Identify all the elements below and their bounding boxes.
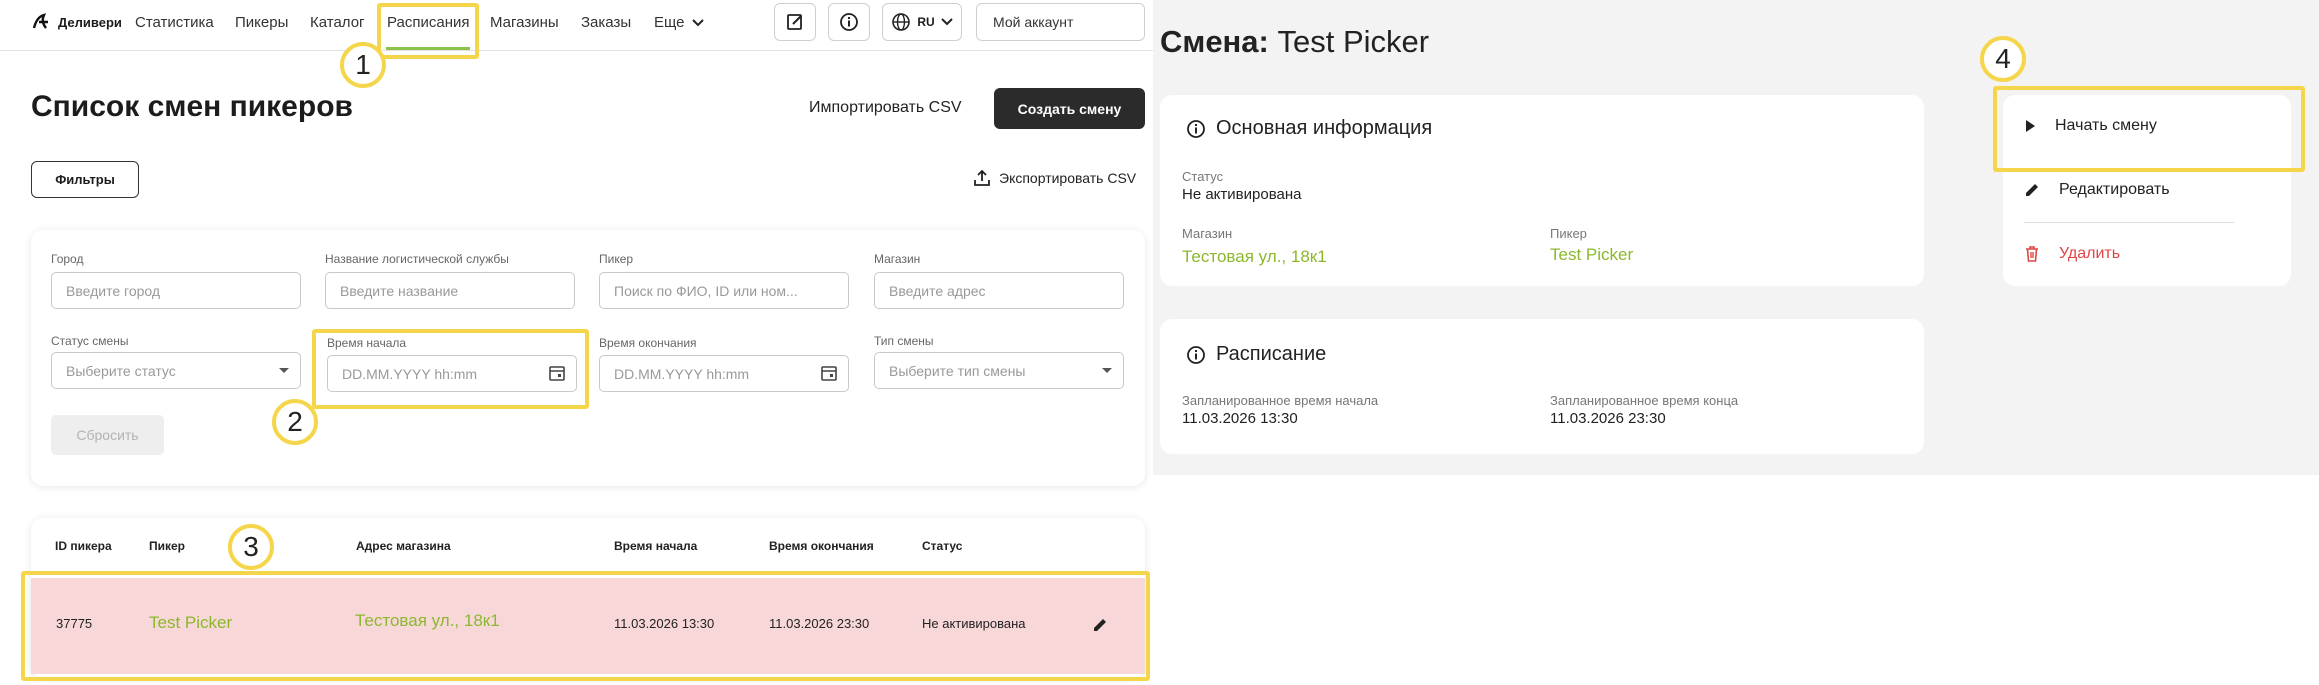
shift-title-prefix: Смена: <box>1160 24 1269 59</box>
edit-pencil-icon <box>2026 184 2038 196</box>
status-value: Не активирована <box>1182 186 1302 203</box>
shift-detail-title: Смена: Test Picker <box>1160 24 1429 60</box>
upload-icon <box>974 169 990 186</box>
planned-end-label: Запланированное время конца <box>1550 393 1739 408</box>
import-csv-button[interactable]: Импортировать CSV <box>809 99 962 117</box>
nav-item-statistics[interactable]: Статистика <box>135 14 214 31</box>
account-menu[interactable]: Мой аккаунт <box>976 3 1145 41</box>
calendar-icon[interactable] <box>820 364 838 382</box>
status-select[interactable]: Выберите статус <box>51 352 301 389</box>
info-icon <box>840 13 858 31</box>
logistics-input[interactable]: Введите название <box>325 272 575 309</box>
store-input[interactable]: Введите адрес <box>874 272 1124 309</box>
highlight-box-schedules-tab <box>377 3 479 59</box>
logistics-label: Название логистической службы <box>325 252 509 266</box>
end-time-placeholder: DD.MM.YYYY hh:mm <box>614 366 750 382</box>
delete-shift-button[interactable]: Удалить <box>2023 245 2120 263</box>
marker-number-2: 2 <box>272 399 318 445</box>
edit-shift-button[interactable]: Редактировать <box>2023 181 2170 199</box>
edit-shift-label: Редактировать <box>2059 181 2170 198</box>
column-header-start: Время начала <box>614 539 698 553</box>
dropdown-arrow-icon <box>1102 368 1112 373</box>
language-label: RU <box>917 15 935 29</box>
globe-icon <box>892 13 911 31</box>
picker-link[interactable]: Test Picker <box>1550 245 1633 265</box>
planned-end-value: 11.03.2026 23:30 <box>1550 410 1666 427</box>
main-info-heading-text: Основная информация <box>1216 117 1433 139</box>
highlight-box-table-row <box>21 571 1150 681</box>
column-header-id: ID пикера <box>55 539 112 553</box>
edit-note-icon <box>787 14 802 30</box>
dropdown-arrow-icon <box>279 368 289 373</box>
export-csv-button[interactable]: Экспортировать CSV <box>973 169 1136 187</box>
column-header-end: Время окончания <box>769 539 874 553</box>
end-time-input[interactable]: DD.MM.YYYY hh:mm <box>599 355 849 392</box>
top-navigation: Деливери Статистика Пикеры Каталог Распи… <box>0 0 1153 51</box>
column-header-status: Статус <box>922 539 963 553</box>
logo[interactable]: Деливери <box>30 10 122 34</box>
nav-more-label: Еще <box>654 14 685 31</box>
export-label: Экспортировать CSV <box>999 170 1137 186</box>
planned-start-label: Запланированное время начала <box>1182 393 1379 408</box>
page-title: Список смен пикеров <box>31 90 353 123</box>
info-icon <box>1187 119 1205 138</box>
column-header-address: Адрес магазина <box>356 539 451 553</box>
picker-label: Пикер <box>599 252 634 266</box>
logo-icon <box>32 13 48 29</box>
schedule-heading: Расписание <box>1186 343 1326 366</box>
schedule-heading-text: Расписание <box>1216 343 1327 365</box>
column-header-picker: Пикер <box>149 539 186 553</box>
picker-label: Пикер <box>1550 226 1587 241</box>
store-label: Магазин <box>874 252 921 266</box>
chevron-down-icon <box>691 18 704 26</box>
info-icon <box>1187 345 1205 364</box>
city-label: Город <box>51 252 84 266</box>
end-time-label: Время окончания <box>599 336 697 350</box>
highlight-box-start-time <box>312 329 589 409</box>
planned-start-value: 11.03.2026 13:30 <box>1182 410 1298 427</box>
status-label: Статус <box>1182 169 1224 184</box>
filters-button[interactable]: Фильтры <box>31 161 139 198</box>
reset-filters-button[interactable]: Сбросить <box>51 415 164 455</box>
shift-type-select[interactable]: Выберите тип смены <box>874 352 1124 389</box>
city-input[interactable]: Введите город <box>51 272 301 309</box>
nav-more-menu[interactable]: Еще <box>654 14 705 31</box>
logo-text: Деливери <box>58 14 122 30</box>
language-selector[interactable]: RU <box>882 3 962 41</box>
main-info-heading: Основная информация <box>1186 117 1432 140</box>
actions-divider <box>2024 222 2234 223</box>
nav-item-catalog[interactable]: Каталог <box>310 14 365 31</box>
edit-note-button[interactable] <box>774 3 816 41</box>
marker-number-3: 3 <box>228 524 274 570</box>
picker-search-input[interactable]: Поиск по ФИО, ID или ном... <box>599 272 849 309</box>
main-info-card: Основная информация Статус Не активирова… <box>1160 95 1924 286</box>
marker-number-4: 4 <box>1980 36 2026 82</box>
shift-type-label: Тип смены <box>874 334 934 348</box>
nav-item-stores[interactable]: Магазины <box>490 14 559 31</box>
marker-number-1: 1 <box>340 42 386 88</box>
store-link[interactable]: Тестовая ул., 18к1 <box>1182 247 1327 267</box>
highlight-box-start-shift <box>1993 86 2305 172</box>
chevron-down-icon <box>940 18 953 26</box>
schedule-card: Расписание Запланированное время начала … <box>1160 319 1924 454</box>
nav-item-pickers[interactable]: Пикеры <box>235 14 288 31</box>
store-label: Магазин <box>1182 226 1233 241</box>
create-shift-button[interactable]: Создать смену <box>994 88 1145 129</box>
trash-icon <box>2026 246 2038 262</box>
shift-title-name: Test Picker <box>1277 24 1430 59</box>
nav-item-orders[interactable]: Заказы <box>581 14 631 31</box>
delete-shift-label: Удалить <box>2059 245 2121 262</box>
status-label: Статус смены <box>51 334 129 348</box>
shift-type-placeholder: Выберите тип смены <box>889 363 1026 379</box>
status-placeholder: Выберите статус <box>66 363 176 379</box>
info-button[interactable] <box>828 3 870 41</box>
